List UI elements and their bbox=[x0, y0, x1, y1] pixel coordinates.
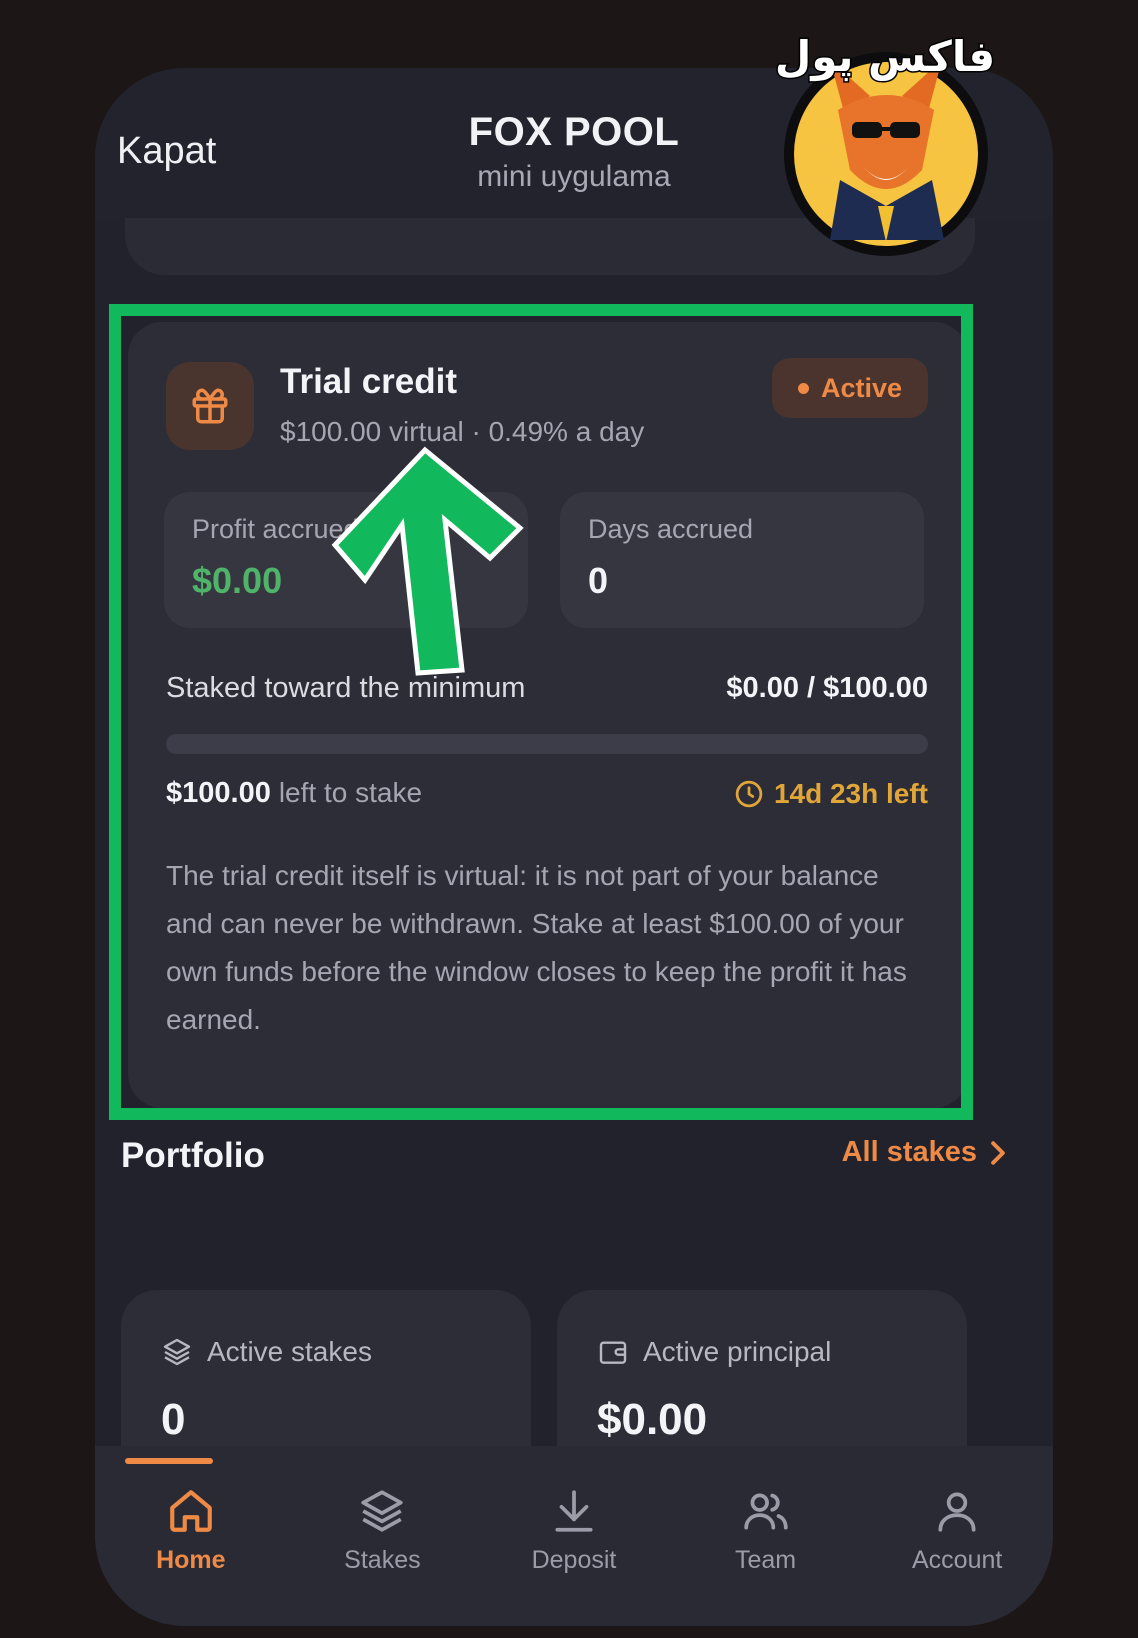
logo-text: فاکس پول bbox=[773, 31, 996, 83]
arrow-up-icon bbox=[331, 446, 524, 676]
download-icon bbox=[555, 1490, 593, 1532]
active-principal-label: Active principal bbox=[643, 1336, 832, 1367]
highlight-frame bbox=[109, 304, 973, 1120]
portfolio-title: Portfolio bbox=[121, 1136, 265, 1175]
nav-team[interactable]: Team bbox=[670, 1446, 862, 1626]
nav-home[interactable]: Home bbox=[95, 1446, 287, 1626]
layers-icon bbox=[361, 1490, 404, 1532]
nav-stakes[interactable]: Stakes bbox=[287, 1446, 479, 1626]
chevron-right-icon bbox=[991, 1140, 1005, 1165]
all-stakes-label: All stakes bbox=[841, 1136, 977, 1168]
active-stakes-label: Active stakes bbox=[207, 1336, 372, 1367]
fox-pool-logo: فاکس پول bbox=[760, 30, 1010, 258]
nav-deposit[interactable]: Deposit bbox=[478, 1446, 670, 1626]
user-icon bbox=[938, 1492, 976, 1532]
nav-account[interactable]: Account bbox=[861, 1446, 1053, 1626]
nav-stakes-label: Stakes bbox=[344, 1546, 421, 1574]
nav-team-label: Team bbox=[735, 1546, 797, 1574]
nav-home-label: Home bbox=[156, 1546, 226, 1574]
nav-account-label: Account bbox=[912, 1546, 1003, 1574]
all-stakes-link[interactable]: All stakes bbox=[842, 1136, 1009, 1169]
nav-deposit-label: Deposit bbox=[531, 1546, 617, 1574]
layers-icon bbox=[163, 1338, 191, 1366]
wallet-icon bbox=[599, 1341, 627, 1364]
bottom-navigation: Home Stakes Deposit Team Account bbox=[95, 1446, 1053, 1626]
active-stakes-value: 0 bbox=[161, 1395, 186, 1444]
home-icon bbox=[169, 1490, 212, 1532]
users-icon bbox=[743, 1493, 788, 1530]
active-principal-value: $0.00 bbox=[597, 1395, 708, 1444]
active-tab-indicator bbox=[125, 1458, 213, 1464]
